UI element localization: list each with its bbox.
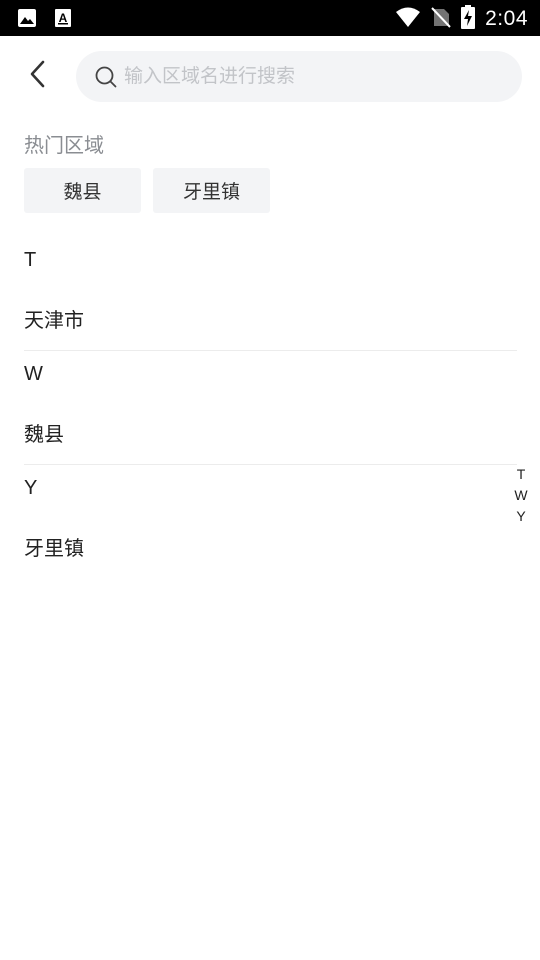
index-letter-t[interactable]: T bbox=[517, 464, 526, 485]
no-sim-icon bbox=[431, 6, 451, 32]
search-header bbox=[0, 36, 540, 120]
divider bbox=[24, 464, 517, 465]
divider bbox=[24, 350, 517, 351]
back-button[interactable] bbox=[20, 58, 56, 94]
svg-text:A: A bbox=[59, 11, 68, 25]
search-box[interactable] bbox=[76, 51, 522, 102]
wifi-icon bbox=[395, 6, 421, 32]
section-header-t: T bbox=[24, 249, 37, 271]
city-list-item[interactable]: 牙里镇 bbox=[24, 532, 84, 561]
search-input[interactable] bbox=[124, 59, 504, 93]
search-icon bbox=[94, 65, 118, 89]
hot-area-chip[interactable]: 牙里镇 bbox=[153, 168, 270, 213]
font-icon: A bbox=[54, 8, 72, 32]
section-header-y: Y bbox=[24, 477, 38, 499]
hot-areas-title: 热门区域 bbox=[24, 133, 104, 157]
index-letter-y[interactable]: Y bbox=[516, 506, 525, 527]
chevron-left-icon bbox=[28, 59, 48, 93]
city-list-item[interactable]: 天津市 bbox=[24, 304, 84, 333]
hot-area-chip[interactable]: 魏县 bbox=[24, 168, 141, 213]
hot-areas-list: 魏县 牙里镇 bbox=[24, 168, 270, 213]
status-bar: A 2:04 bbox=[0, 0, 540, 36]
clock: 2:04 bbox=[485, 7, 528, 30]
index-letter-w[interactable]: W bbox=[514, 485, 527, 506]
section-header-w: W bbox=[24, 363, 43, 385]
battery-charging-icon bbox=[461, 5, 476, 33]
alphabet-index-bar[interactable]: T W Y bbox=[510, 464, 532, 527]
city-list-item[interactable]: 魏县 bbox=[24, 418, 64, 447]
image-icon bbox=[17, 8, 37, 32]
